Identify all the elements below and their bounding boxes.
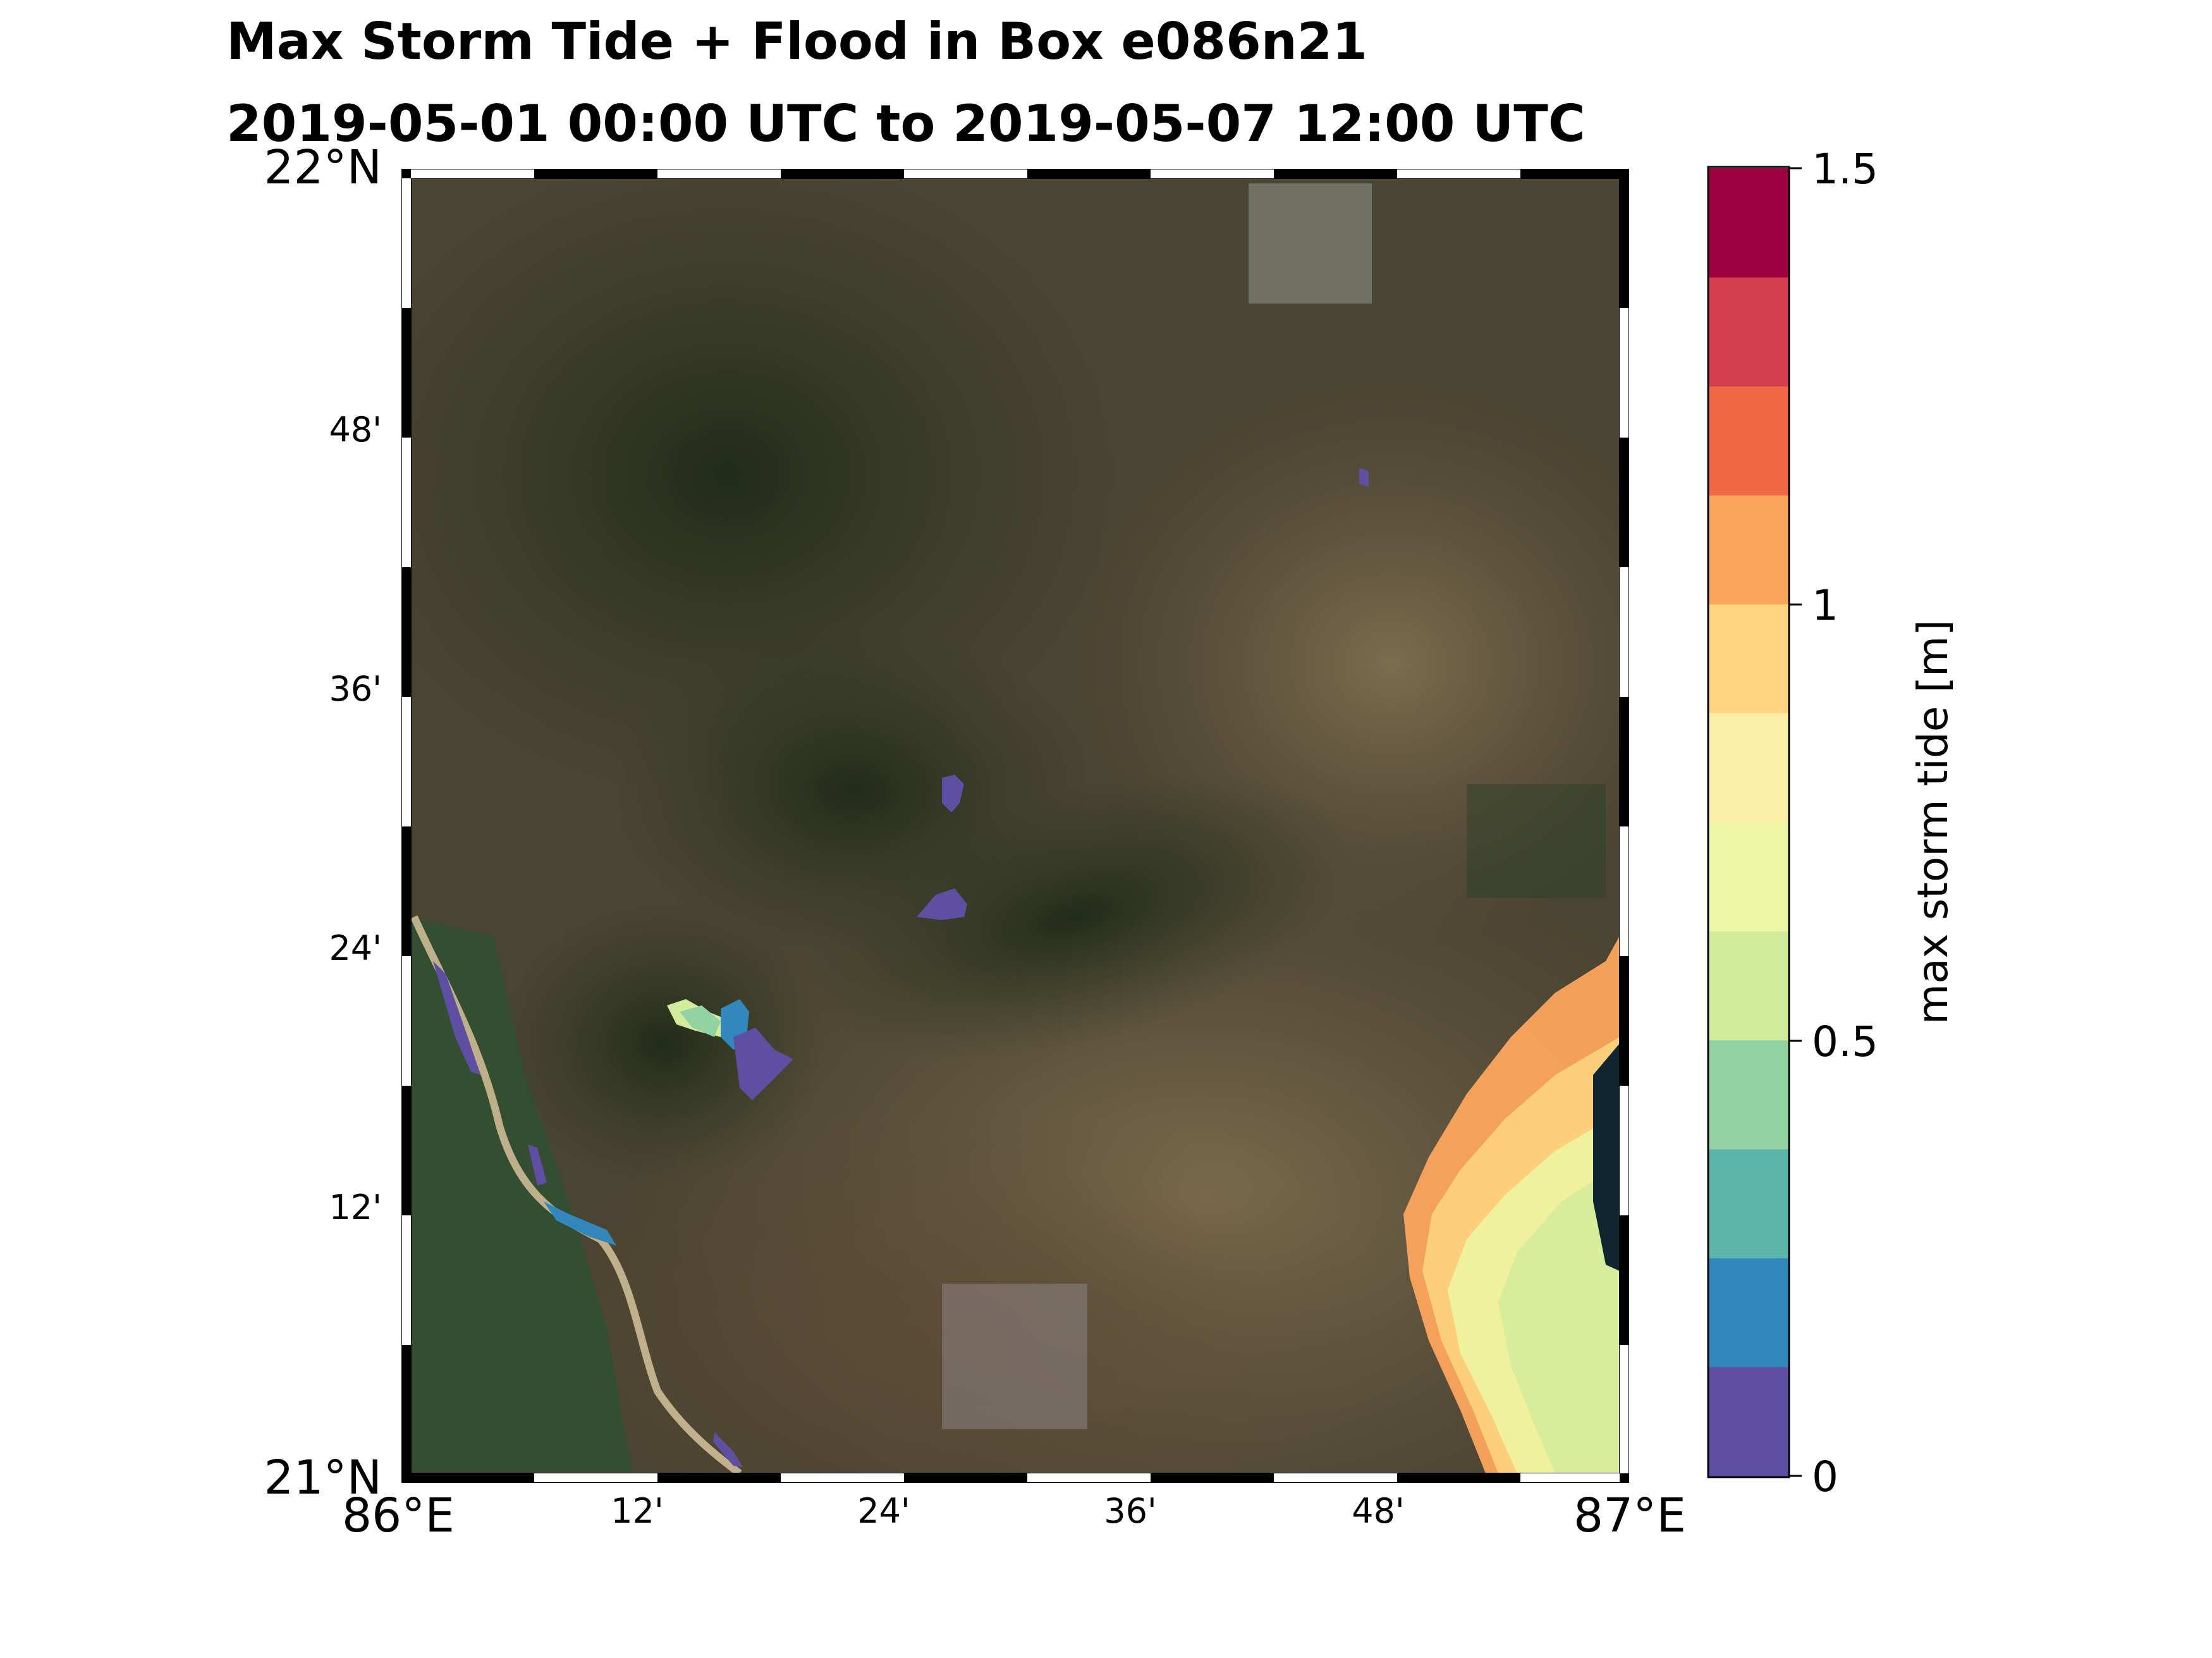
colorbar-segment: [1708, 277, 1789, 387]
map-title-line2: 2019-05-01 00:00 UTC to 2019-05-07 12:00…: [226, 94, 1586, 153]
lat-label: 36': [329, 669, 382, 709]
colorbar: [1708, 168, 1789, 1477]
lon-label: 24': [857, 1491, 910, 1531]
lat-label: 24': [329, 928, 382, 968]
colorbar-segment: [1708, 1149, 1789, 1258]
colorbar-tick-label: 0: [1812, 1452, 1838, 1501]
colorbar-segment: [1708, 1040, 1789, 1150]
flood-patch: [1359, 468, 1369, 487]
lon-label: 86°E: [342, 1489, 455, 1543]
colorbar-segment: [1708, 386, 1789, 496]
map-title-line1: Max Storm Tide + Flood in Box e086n21: [226, 12, 1367, 71]
colorbar-segment: [1708, 168, 1789, 278]
colorbar-segment: [1708, 713, 1789, 823]
colorbar-segment: [1708, 931, 1789, 1041]
colorbar-segment: [1708, 604, 1789, 714]
lon-label: 36': [1104, 1491, 1157, 1531]
colorbar-tick-label: 0.5: [1812, 1017, 1878, 1066]
colorbar-segment: [1708, 822, 1789, 931]
lat-label: 12': [329, 1188, 382, 1227]
lon-label: 87°E: [1573, 1489, 1686, 1543]
storm-tide-figure: Max Storm Tide + Flood in Box e086n21 20…: [226, 12, 1957, 1543]
colorbar-tick-label: 1.5: [1812, 145, 1878, 193]
colorbar-label: max storm tide [m]: [1909, 620, 1957, 1024]
colorbar-segment: [1708, 1258, 1789, 1368]
lon-label: 48': [1352, 1491, 1405, 1531]
colorbar-segment: [1708, 1366, 1789, 1477]
colorbar-ticks: [1789, 167, 1802, 1477]
lon-label: 12': [611, 1491, 664, 1531]
lat-label: 22°N: [264, 140, 382, 195]
colorbar-tick-label: 1: [1812, 581, 1838, 630]
lat-label: 48': [329, 410, 382, 450]
colorbar-segment: [1708, 495, 1789, 605]
